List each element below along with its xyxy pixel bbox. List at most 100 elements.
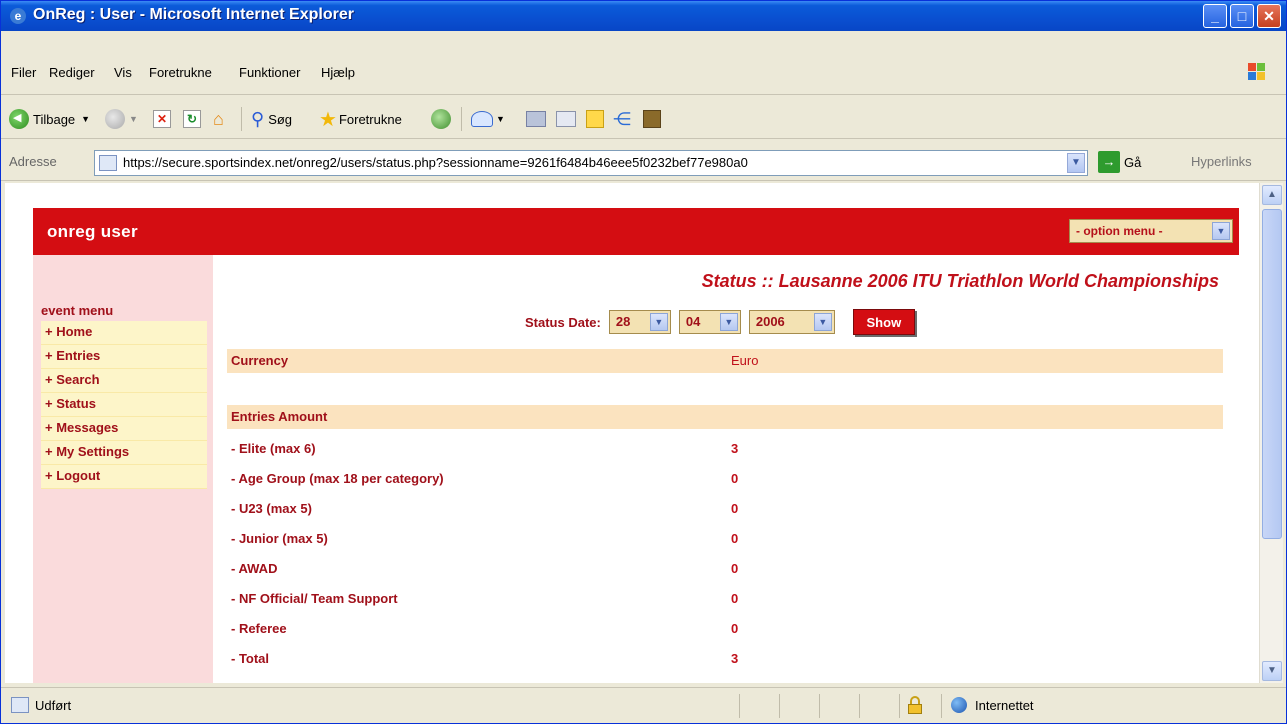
globe-icon xyxy=(951,697,967,713)
sidebar-item-messages[interactable]: + Messages xyxy=(41,417,207,441)
menu-favorites[interactable]: Foretrukne xyxy=(149,65,212,80)
menu-tools[interactable]: Funktioner xyxy=(239,65,300,80)
table-row: - U23 (max 5) 0 xyxy=(227,497,1223,521)
entry-label: - Age Group (max 18 per category) xyxy=(231,471,444,486)
page-viewport: onreg user - option menu - ▼ event menu … xyxy=(5,183,1259,683)
forward-dropdown-icon[interactable]: ▼ xyxy=(129,114,138,124)
back-label: Tilbage xyxy=(33,111,76,127)
sidebar-item-home[interactable]: + Home xyxy=(41,321,207,345)
search-label: Søg xyxy=(268,111,293,127)
back-button[interactable]: Tilbage ▼ xyxy=(9,107,90,131)
sidebar-item-status[interactable]: + Status xyxy=(41,393,207,417)
close-icon: ✕ xyxy=(1263,8,1275,24)
page-done-icon xyxy=(11,697,29,713)
minimize-button[interactable]: _ xyxy=(1203,4,1227,28)
maximize-icon: □ xyxy=(1237,8,1247,24)
menu-help[interactable]: Hjælp xyxy=(321,65,355,80)
show-button[interactable]: Show xyxy=(852,309,915,335)
ie-logo-icon: e xyxy=(10,8,26,24)
close-button[interactable]: ✕ xyxy=(1257,4,1281,28)
address-dropdown-icon[interactable]: ▼ xyxy=(1067,153,1085,173)
chevron-down-icon[interactable]: ▼ xyxy=(813,313,832,331)
edit-button[interactable] xyxy=(556,107,576,131)
option-menu-select[interactable]: - option menu - ▼ xyxy=(1069,219,1233,243)
back-dropdown-icon[interactable]: ▼ xyxy=(81,114,90,124)
address-url[interactable]: https://secure.sportsindex.net/onreg2/us… xyxy=(123,155,748,170)
minimize-icon: _ xyxy=(1211,8,1219,24)
research-button[interactable] xyxy=(643,107,661,131)
search-button[interactable]: ⚲ Søg xyxy=(251,107,292,131)
svg-text:e: e xyxy=(15,9,22,23)
currency-row: Currency Euro xyxy=(227,349,1223,373)
scroll-down-icon[interactable]: ▼ xyxy=(1262,661,1282,681)
maximize-button[interactable]: □ xyxy=(1230,4,1254,28)
messenger-button[interactable]: ⋲ xyxy=(613,107,631,131)
menu-file[interactable]: Filer xyxy=(11,65,36,80)
sidebar-item-entries[interactable]: + Entries xyxy=(41,345,207,369)
title-bar: e OnReg : User - Microsoft Internet Expl… xyxy=(1,1,1286,31)
refresh-button[interactable]: ↻ xyxy=(183,107,201,131)
favorites-label: Foretrukne xyxy=(338,111,402,127)
table-row: - Junior (max 5) 0 xyxy=(227,527,1223,551)
option-menu-value: - option menu - xyxy=(1076,224,1163,238)
day-select[interactable]: 28 ▼ xyxy=(608,310,671,334)
brand-title: onreg user xyxy=(47,222,138,241)
discuss-icon xyxy=(586,110,604,128)
currency-value: Euro xyxy=(731,353,759,368)
status-divider xyxy=(779,694,780,718)
menu-edit[interactable]: Rediger xyxy=(49,65,95,80)
page-icon xyxy=(99,155,117,171)
forward-button[interactable]: ▼ xyxy=(105,107,138,131)
vertical-scrollbar[interactable]: ▲ ▼ xyxy=(1259,183,1283,683)
status-bar: Udført Internettet xyxy=(1,687,1286,723)
menu-view[interactable]: Vis xyxy=(114,65,132,80)
share-icon: ⋲ xyxy=(613,108,631,129)
sidebar-item-my-settings[interactable]: + My Settings xyxy=(41,441,207,465)
toolbar-divider xyxy=(241,107,242,131)
mail-dropdown-icon[interactable]: ▼ xyxy=(496,114,505,124)
home-button[interactable]: ⌂ xyxy=(213,107,233,131)
chevron-down-icon[interactable]: ▼ xyxy=(1212,222,1230,240)
history-button[interactable] xyxy=(431,107,455,131)
go-arrow-icon: → xyxy=(1098,151,1120,173)
mail-button[interactable]: ▼ xyxy=(471,107,505,131)
scroll-thumb[interactable] xyxy=(1262,209,1282,539)
chevron-down-icon[interactable]: ▼ xyxy=(649,313,668,331)
go-button[interactable]: → Gå xyxy=(1098,151,1141,173)
entry-label: - Total xyxy=(231,651,270,666)
favorites-button[interactable]: ★ Foretrukne xyxy=(319,107,402,131)
year-select[interactable]: 2006 ▼ xyxy=(748,310,835,334)
entry-label: - AWAD xyxy=(231,561,278,576)
entry-value: 0 xyxy=(731,591,739,606)
status-divider xyxy=(819,694,820,718)
table-row: - Total 3 xyxy=(227,647,1223,671)
status-text: Udført xyxy=(35,698,72,713)
mail-icon xyxy=(471,111,493,127)
chevron-down-icon[interactable]: ▼ xyxy=(719,313,738,331)
app-header: onreg user - option menu - ▼ xyxy=(33,208,1239,255)
go-label: Gå xyxy=(1124,154,1142,170)
print-icon xyxy=(526,111,546,127)
discuss-button[interactable] xyxy=(586,107,604,131)
month-select[interactable]: 04 ▼ xyxy=(678,310,741,334)
links-button[interactable]: Hyperlinks xyxy=(1191,154,1252,169)
table-row: - Referee 0 xyxy=(227,617,1223,641)
print-button[interactable] xyxy=(526,107,546,131)
address-input[interactable]: https://secure.sportsindex.net/onreg2/us… xyxy=(94,150,1088,176)
scroll-up-icon[interactable]: ▲ xyxy=(1262,185,1282,205)
day-value: 28 xyxy=(615,314,631,329)
edit-icon xyxy=(556,111,576,127)
entry-value: 0 xyxy=(731,501,739,516)
status-divider xyxy=(859,694,860,718)
search-icon: ⚲ xyxy=(251,108,265,129)
status-divider xyxy=(739,694,740,718)
favorites-star-icon: ★ xyxy=(319,108,337,131)
currency-label: Currency xyxy=(231,353,289,368)
address-bar: Adresse https://secure.sportsindex.net/o… xyxy=(1,145,1286,181)
window-title: OnReg : User - Microsoft Internet Explor… xyxy=(33,6,354,23)
stop-button[interactable]: ✕ xyxy=(153,107,171,131)
sidebar-item-logout[interactable]: + Logout xyxy=(41,465,207,489)
sidebar-item-search[interactable]: + Search xyxy=(41,369,207,393)
toolbar-divider xyxy=(461,107,462,131)
menu-bar: Filer Rediger Vis Foretrukne Funktioner … xyxy=(1,53,1286,95)
